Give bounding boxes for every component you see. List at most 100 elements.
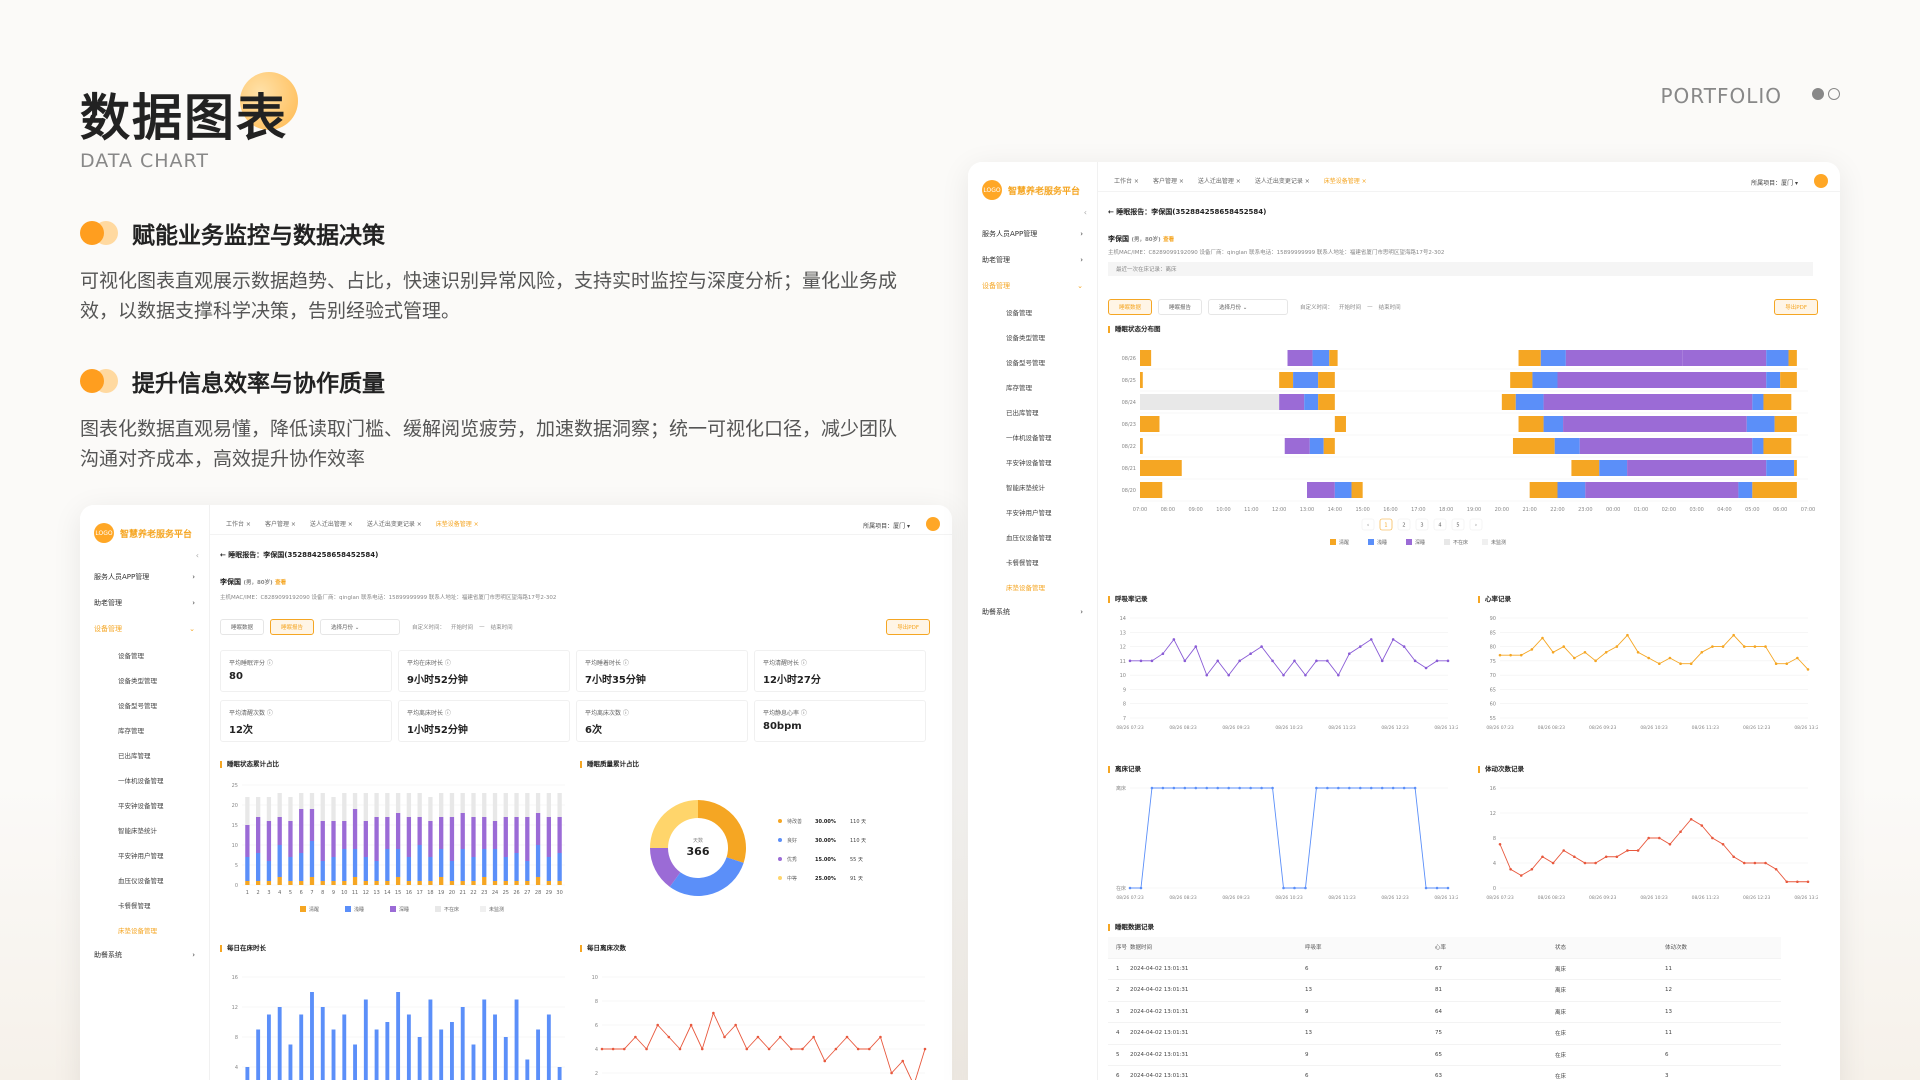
view-link[interactable]: 查看 <box>1163 237 1174 243</box>
data-point <box>1806 668 1810 671</box>
sleep-data-button[interactable]: 睡眠数据 <box>220 619 265 635</box>
submenu-item[interactable]: 已出库管理 <box>968 399 1097 424</box>
table-row[interactable]: 1 2024-04-02 13:01:31 6 67 离床 11 <box>1108 959 1781 980</box>
collapse-icon[interactable]: ‹ <box>80 551 209 560</box>
range-start[interactable]: 开始时间 <box>451 623 473 631</box>
y-tick-label: 55 <box>1490 716 1496 722</box>
legend-label: 中等 <box>787 875 797 882</box>
range-end[interactable]: 结束时间 <box>1379 303 1401 311</box>
x-tick-label: 08/26 08:23 <box>1538 895 1566 901</box>
tab[interactable]: 客户管理 × <box>265 519 296 534</box>
data-point <box>1249 652 1252 656</box>
y-tick-label: 8 <box>235 1035 238 1041</box>
tab[interactable]: 客户管理 × <box>1153 176 1184 191</box>
view-link[interactable]: 查看 <box>275 580 286 586</box>
submenu-item[interactable]: 床垫设备管理 <box>968 574 1097 599</box>
submenu-item[interactable]: 设备类型管理 <box>968 324 1097 349</box>
sleep-segment <box>1529 482 1558 498</box>
sidebar-item[interactable]: 助餐系统 › <box>968 599 1097 625</box>
x-tick-label: 09:00 <box>1188 507 1202 513</box>
sleep-data-button[interactable]: 睡眠数据 <box>1108 299 1153 315</box>
legend-swatch <box>345 906 351 912</box>
tab[interactable]: 送人迁出变更记录 × <box>367 519 422 534</box>
submenu-item[interactable]: 设备管理 <box>80 642 209 667</box>
submenu-item[interactable]: 设备型号管理 <box>968 349 1097 374</box>
submenu-item[interactable]: 血压仪设备管理 <box>80 867 209 892</box>
month-select[interactable]: 选择月份 ⌄ <box>1208 299 1289 315</box>
export-pdf-button[interactable]: 导出PDF <box>1774 299 1818 315</box>
table-row[interactable]: 5 2024-04-02 13:01:31 9 65 在床 6 <box>1108 1045 1781 1066</box>
data-point <box>1380 786 1384 790</box>
stat-label: 平均清醒时长 ⓘ <box>763 660 807 667</box>
sidebar-item[interactable]: 助老管理 › <box>968 247 1097 273</box>
submenu-item[interactable]: 设备管理 <box>968 299 1097 324</box>
submenu-item[interactable]: 设备类型管理 <box>80 667 209 692</box>
sidebar-item[interactable]: 助老管理 › <box>80 590 209 616</box>
indicator-dot-active[interactable] <box>1812 88 1824 100</box>
table-row[interactable]: 2 2024-04-02 13:01:31 13 81 离床 12 <box>1108 980 1781 1002</box>
sleep-report-button[interactable]: 睡眠报告 <box>270 619 315 635</box>
tab[interactable]: 送人迁出管理 × <box>1198 176 1241 191</box>
tab[interactable]: 送人迁出变更记录 × <box>1255 176 1310 191</box>
tab[interactable]: 床垫设备管理 × <box>436 519 479 534</box>
avatar[interactable] <box>1814 174 1828 188</box>
project-select[interactable]: 所属项目：厦门 ▾ <box>863 521 910 530</box>
data-point <box>1796 880 1799 884</box>
collapse-icon[interactable]: ‹ <box>968 208 1097 217</box>
tab[interactable]: 床垫设备管理 × <box>1324 176 1367 191</box>
sidebar-item[interactable]: 助餐系统 › <box>80 942 209 968</box>
submenu-item[interactable]: 血压仪设备管理 <box>968 524 1097 549</box>
submenu-item[interactable]: 平安钟用户管理 <box>80 842 209 867</box>
tab[interactable]: 工作台 × <box>226 519 251 534</box>
data-point <box>1583 650 1587 654</box>
data-point <box>1358 786 1362 790</box>
submenu-item[interactable]: 床垫设备管理 <box>80 917 209 942</box>
data-point <box>1573 656 1576 660</box>
avatar[interactable] <box>926 517 940 531</box>
submenu-item[interactable]: 库存管理 <box>968 374 1097 399</box>
submenu-item[interactable]: 平安钟设备管理 <box>968 449 1097 474</box>
table-row[interactable]: 3 2024-04-02 13:01:31 9 64 离床 13 <box>1108 1002 1781 1023</box>
section-title: 提升信息效率与协作质量 <box>132 371 385 397</box>
submenu-item[interactable]: 一体机设备管理 <box>968 424 1097 449</box>
legend-percent: 30.00% <box>815 819 836 825</box>
submenu-item[interactable]: 智能床垫统计 <box>968 474 1097 499</box>
range-end[interactable]: 结束时间 <box>491 623 513 631</box>
sleep-segment <box>1307 482 1335 498</box>
submenu-item[interactable]: 一体机设备管理 <box>80 767 209 792</box>
submenu-item[interactable]: 平安钟用户管理 <box>968 499 1097 524</box>
table-row[interactable]: 6 2024-04-02 13:01:31 6 63 在床 3 <box>1108 1066 1781 1080</box>
chevron-icon: › <box>1080 256 1083 264</box>
submenu-item[interactable]: 库存管理 <box>80 717 209 742</box>
page-indicator[interactable] <box>1812 88 1840 100</box>
project-select[interactable]: 所属项目：厦门 ▾ <box>1751 178 1798 187</box>
sidebar-item[interactable]: 服务人员APP管理 › <box>968 221 1097 247</box>
tab[interactable]: 送人迁出管理 × <box>310 519 353 534</box>
sleep-report-button[interactable]: 睡眠报告 <box>1158 299 1203 315</box>
data-point <box>1594 861 1597 865</box>
data-point <box>1700 650 1704 654</box>
data-point <box>1742 645 1746 648</box>
report-title[interactable]: ← 睡眠报告：李保国(352884258658452584) <box>220 550 378 560</box>
tab[interactable]: 工作台 × <box>1114 176 1139 191</box>
sidebar-item[interactable]: 服务人员APP管理 › <box>80 564 209 590</box>
stack-bar-segment <box>514 853 519 881</box>
submenu-item[interactable]: 智能床垫统计 <box>80 817 209 842</box>
sleep-segment <box>1766 350 1789 366</box>
submenu-item[interactable]: 平安钟设备管理 <box>80 792 209 817</box>
range-start[interactable]: 开始时间 <box>1339 303 1361 311</box>
data-point <box>1700 824 1704 827</box>
data-point <box>1732 855 1735 859</box>
submenu-item[interactable]: 卡餐餐管理 <box>968 549 1097 574</box>
table-row[interactable]: 4 2024-04-02 13:01:31 13 75 在床 11 <box>1108 1023 1781 1045</box>
x-tick-label: 7 <box>310 890 313 896</box>
export-pdf-button[interactable]: 导出PDF <box>886 619 930 635</box>
submenu-item[interactable]: 已出库管理 <box>80 742 209 767</box>
month-select[interactable]: 选择月份 ⌄ <box>320 619 401 635</box>
submenu-item[interactable]: 设备型号管理 <box>80 692 209 717</box>
indicator-dot[interactable] <box>1828 88 1840 100</box>
submenu-item[interactable]: 卡餐餐管理 <box>80 892 209 917</box>
sidebar-item[interactable]: 设备管理 ⌄ <box>968 273 1097 299</box>
sidebar-item[interactable]: 设备管理 ⌄ <box>80 616 209 642</box>
report-title[interactable]: ← 睡眠报告：李保国(352884258658452584) <box>1108 207 1266 217</box>
